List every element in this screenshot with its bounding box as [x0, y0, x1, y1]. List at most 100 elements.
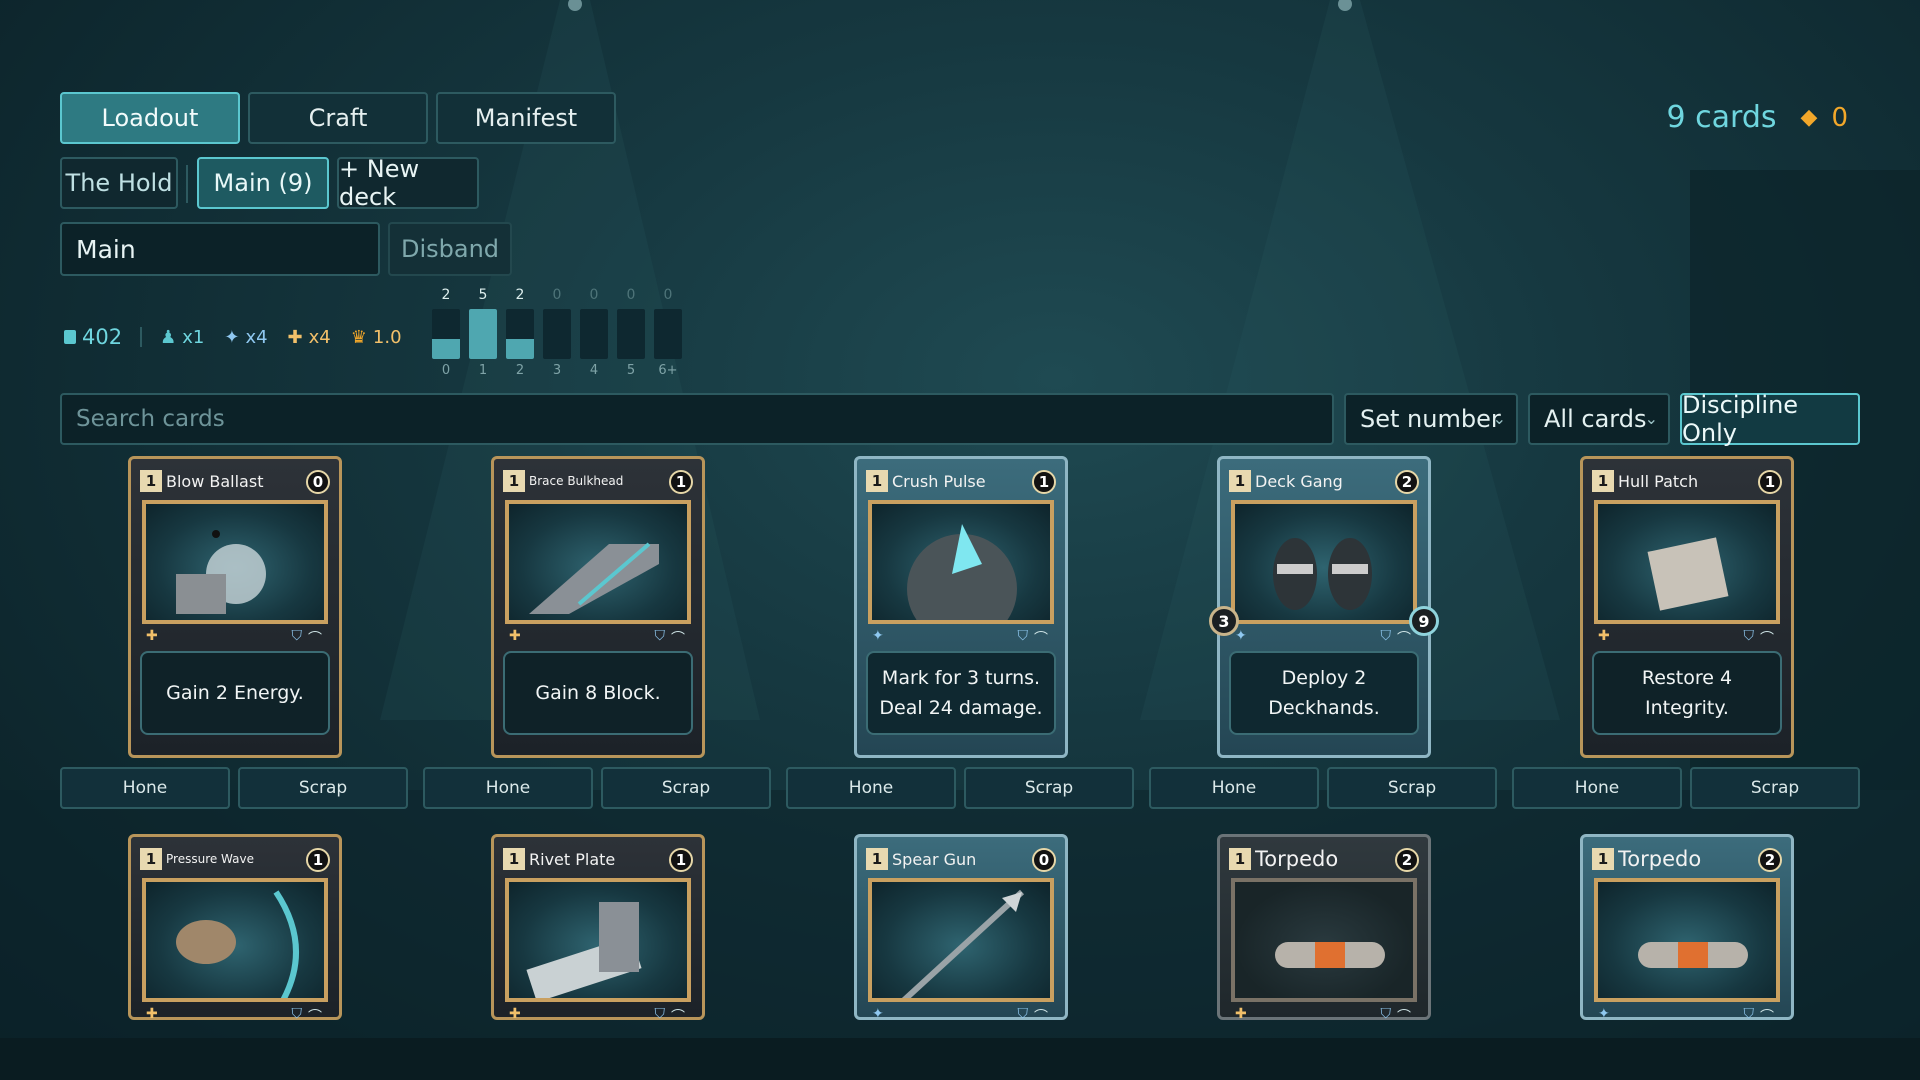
scrap-button[interactable]: Scrap [1690, 767, 1860, 809]
new-deck-button[interactable]: + New deck [337, 155, 479, 211]
deck-divider [186, 165, 188, 203]
cost-curve-label: 5 [626, 363, 636, 378]
card-type-icon: ✚ [1598, 628, 1610, 644]
card-icon-row: ✦ ⛉ ⌒ [868, 1006, 1054, 1025]
shield-icon: ⛉ [1743, 1006, 1755, 1022]
cost-curve-count: 2 [515, 287, 525, 303]
scrap-button[interactable]: Scrap [964, 767, 1134, 809]
deckhand-icon: ♟ [160, 326, 177, 348]
tab-craft[interactable]: Craft [248, 92, 428, 144]
scrap-button[interactable]: Scrap [601, 767, 771, 809]
card-icon-row: ✦ ⛉ ⌒ [1594, 1006, 1780, 1025]
discipline-only-toggle[interactable]: Discipline Only [1680, 391, 1860, 447]
card-gem: 1 [669, 470, 693, 494]
card-art-image [907, 524, 1017, 620]
card-count: 9 cards [1666, 100, 1777, 135]
hone-button[interactable]: Hone [1149, 767, 1319, 809]
card-icon-row: ✚ ⛉ ⌒ [142, 628, 328, 647]
deck-main[interactable]: Main (9) [197, 157, 329, 209]
card-icon-row: ✚ ⛉ ⌒ [142, 1006, 328, 1025]
deck-name-input[interactable]: Main [60, 222, 380, 276]
stats-divider [140, 327, 143, 347]
scope-select[interactable]: All cards ⌄ [1528, 393, 1670, 445]
cost-curve-count: 0 [663, 287, 673, 303]
hone-button[interactable]: Hone [786, 767, 956, 809]
card-type-icon: ✚ [509, 628, 521, 644]
tab-manifest[interactable]: Manifest [436, 92, 616, 144]
card-deck-gang[interactable]: 1 Deck Gang 2 ✦ ⛉ ⌒ Deploy 2 Deckhands. 3 9 [1209, 456, 1439, 758]
card-pressure-wave[interactable]: 1 Pressure Wave 1 ✚ ⛉ ⌒ [128, 834, 342, 1025]
shield-icon: ⛉ [654, 1006, 666, 1022]
card-type-icon: ✚ [509, 1006, 521, 1022]
stat-spark: ✦ x4 [224, 327, 267, 348]
hook-icon: ⌒ [1397, 1009, 1411, 1025]
cost-curve-count: 0 [589, 287, 599, 303]
card-art [1231, 500, 1417, 624]
card-blow-ballast[interactable]: 1 Blow Ballast 0 ✚ ⛉ ⌒ Gain 2 Energy. [128, 456, 342, 758]
shield-icon: ⛉ [291, 628, 303, 644]
stat-deckhand-value: x1 [182, 326, 205, 348]
card-rivet-plate[interactable]: 1 Rivet Plate 1 ✚ ⛉ ⌒ [491, 834, 705, 1025]
card-spear-gun[interactable]: 1 Spear Gun 0 ✦ ⛉ ⌒ [854, 834, 1068, 1025]
stat-crown: ♛ 1.0 [351, 327, 402, 348]
card-cost: 1 [140, 470, 162, 492]
card-gem: 0 [306, 470, 330, 494]
card-art [1594, 500, 1780, 624]
card-stack-icon [64, 330, 76, 344]
card-type-icon: ✦ [872, 1006, 884, 1022]
card-name: Brace Bulkhead [529, 474, 624, 488]
stat-deckhand: ♟ x1 [160, 327, 204, 348]
cost-curve-label: 3 [552, 363, 562, 378]
cost-curve-fill [432, 339, 460, 359]
card-torpedo[interactable]: 1 Torpedo 2 ✦ ⛉ ⌒ [1580, 834, 1794, 1025]
card-gem: 0 [1032, 848, 1056, 872]
hone-button[interactable]: Hone [1512, 767, 1682, 809]
hook-icon: ⌒ [1034, 631, 1048, 647]
card-cost: 1 [1592, 848, 1614, 870]
hone-button[interactable]: Hone [423, 767, 593, 809]
card-text: Restore 4 Integrity. [1592, 651, 1782, 735]
hook-icon: ⌒ [671, 631, 685, 647]
search-input[interactable]: Search cards [60, 393, 1334, 445]
card-art [505, 500, 691, 624]
disband-button[interactable]: Disband [388, 222, 512, 276]
scrap-button[interactable]: Scrap [1327, 767, 1497, 809]
card-art [142, 500, 328, 624]
cost-curve-bar [432, 309, 460, 359]
shield-icon: ⛉ [1017, 628, 1029, 644]
card-gem: 1 [1032, 470, 1056, 494]
card-cost: 1 [866, 470, 888, 492]
card-crush-pulse[interactable]: 1 Crush Pulse 1 ✦ ⛉ ⌒ Mark for 3 turns. Deal 24… [854, 456, 1068, 758]
stat-heal: ✚ x4 [288, 327, 331, 348]
cost-curve-count: 0 [552, 287, 562, 303]
cost-curve-bar [506, 309, 534, 359]
sort-select[interactable]: Set number ⌄ [1344, 393, 1518, 445]
card-icon-row: ✚ ⛉ ⌒ [1594, 628, 1780, 647]
card-name: Pressure Wave [166, 852, 254, 866]
scope-select-value: All cards [1544, 405, 1647, 433]
card-art [868, 500, 1054, 624]
card-hull-patch[interactable]: 1 Hull Patch 1 ✚ ⛉ ⌒ Restore 4 Integrity. [1580, 456, 1794, 758]
hook-icon: ⌒ [1397, 631, 1411, 647]
hone-button[interactable]: Hone [60, 767, 230, 809]
card-name: Torpedo [1618, 848, 1702, 870]
currency-value: 0 [1831, 102, 1848, 133]
deck-the-hold[interactable]: The Hold [60, 157, 178, 209]
card-art [1594, 878, 1780, 1002]
card-icon-row: ✚ ⛉ ⌒ [1231, 1006, 1417, 1025]
scrap-button[interactable]: Scrap [238, 767, 408, 809]
card-type-icon: ✚ [146, 628, 158, 644]
card-brace-bulkhead[interactable]: 1 Brace Bulkhead 1 ✚ ⛉ ⌒ Gain 8 Block. [491, 456, 705, 758]
cost-curve-label: 2 [515, 363, 525, 378]
hook-icon: ⌒ [1034, 1009, 1048, 1025]
card-name: Hull Patch [1618, 471, 1699, 491]
deck-stats: 402 ♟ x1 ✦ x4 ✚ x4 ♛ 1.0 [64, 322, 402, 352]
cost-curve-bar [654, 309, 682, 359]
cost-curve-bar [469, 309, 497, 359]
hook-icon: ⌒ [1760, 1009, 1774, 1025]
card-torpedo[interactable]: 1 Torpedo 2 ✚ ⛉ ⌒ [1217, 834, 1431, 1025]
tab-loadout[interactable]: Loadout [60, 92, 240, 144]
hook-icon: ⌒ [1760, 631, 1774, 647]
cost-curve-bar [617, 309, 645, 359]
bottom-bar [0, 1038, 1920, 1080]
